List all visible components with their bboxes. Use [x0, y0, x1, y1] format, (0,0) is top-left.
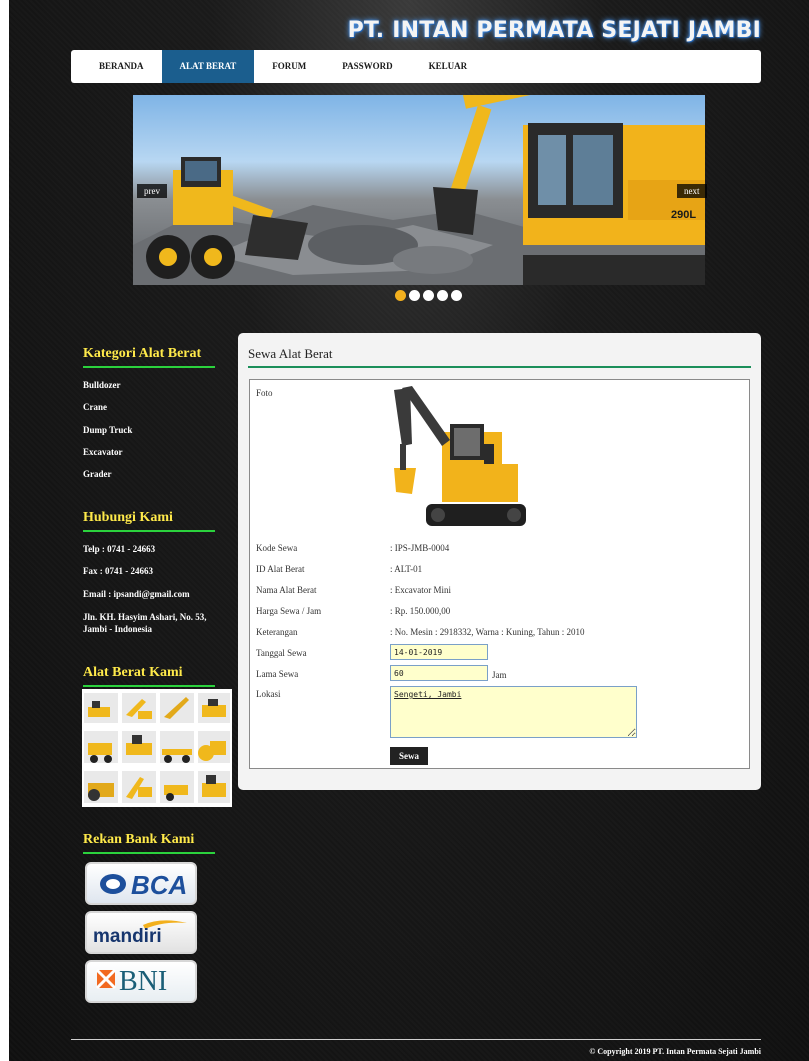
lama-sewa-unit: Jam — [492, 670, 507, 680]
tanggal-sewa-input[interactable] — [390, 644, 488, 660]
kategori-dump-truck[interactable]: Dump Truck — [83, 425, 132, 435]
gallery-thumb-9[interactable] — [84, 771, 118, 803]
content-panel: Sewa Alat Berat Foto Kode Sewa : IPS-JMB… — [238, 333, 761, 790]
nama-alat-label: Nama Alat Berat — [256, 585, 317, 595]
contact-telp: Telp : 0741 - 24663 — [83, 544, 156, 554]
contact-email: Email : ipsandi@gmail.com — [83, 589, 190, 599]
slider-dot-2[interactable] — [409, 290, 420, 301]
keterangan-label: Keterangan — [256, 627, 298, 637]
gallery-thumb-3[interactable] — [160, 693, 194, 723]
slider-prev-button[interactable]: prev — [137, 184, 167, 198]
kategori-excavator[interactable]: Excavator — [83, 447, 123, 457]
gallery-thumb-5[interactable] — [84, 731, 118, 763]
contact-address: Jln. KH. Hasyim Ashari, No. 53, Jambi - … — [83, 612, 207, 634]
slider-dots — [395, 290, 462, 301]
gallery-thumb-12[interactable] — [198, 771, 230, 803]
gallery-thumb-11[interactable] — [160, 771, 194, 803]
contact-fax: Fax : 0741 - 24663 — [83, 566, 153, 576]
tanggal-sewa-label: Tanggal Sewa — [256, 648, 307, 658]
bni-text: BNI — [119, 966, 167, 997]
harga-sewa-label: Harga Sewa / Jam — [256, 606, 322, 616]
lama-sewa-input[interactable] — [390, 665, 488, 681]
main-navbar: BERANDA ALAT BERAT FORUM PASSWORD KELUAR — [71, 50, 761, 83]
harga-sewa-value: : Rp. 150.000,00 — [390, 606, 451, 616]
nav-forum[interactable]: FORUM — [254, 50, 324, 83]
page-frame: PT. INTAN PERMATA SEJATI JAMBI BERANDA A… — [9, 0, 809, 1061]
equipment-gallery — [82, 689, 232, 807]
lokasi-textarea[interactable]: Sengeti, Jambi — [390, 686, 637, 738]
banner-image: 290L — [133, 95, 705, 285]
id-alat-label: ID Alat Berat — [256, 564, 305, 574]
bank-logo-bni[interactable]: BNI — [85, 960, 197, 1003]
sewa-button[interactable]: Sewa — [390, 747, 428, 765]
mandiri-text: mandiri — [93, 926, 162, 947]
keterangan-value: : No. Mesin : 2918332, Warna : Kuning, T… — [390, 627, 585, 637]
gallery-thumb-2[interactable] — [122, 693, 156, 723]
bca-text: BCA — [131, 870, 187, 900]
nav-beranda[interactable]: BERANDA — [81, 50, 162, 83]
lama-sewa-label: Lama Sewa — [256, 669, 299, 679]
slider-dot-1[interactable] — [395, 290, 406, 301]
gallery-thumb-10[interactable] — [122, 771, 156, 803]
nav-keluar[interactable]: KELUAR — [411, 50, 486, 83]
content-title-rule — [248, 366, 751, 368]
equipment-photo — [394, 386, 526, 526]
kode-sewa-label: Kode Sewa — [256, 543, 298, 553]
gallery-thumb-4[interactable] — [198, 693, 230, 723]
id-alat-value: : ALT-01 — [390, 564, 423, 574]
slider-dot-4[interactable] — [437, 290, 448, 301]
footer-divider — [71, 1039, 761, 1040]
slider-dot-3[interactable] — [423, 290, 434, 301]
slider-dot-5[interactable] — [451, 290, 462, 301]
kode-sewa-value: : IPS-JMB-0004 — [390, 543, 450, 553]
bank-logo-mandiri[interactable]: mandiri — [85, 911, 197, 954]
nav-alat-berat[interactable]: ALAT BERAT — [161, 50, 255, 83]
bank-logo-bca[interactable]: BCA — [85, 862, 197, 905]
banner-model-text: 290L — [671, 209, 696, 221]
kategori-grader[interactable]: Grader — [83, 469, 112, 479]
nav-password[interactable]: PASSWORD — [324, 50, 410, 83]
gallery-thumb-8[interactable] — [198, 731, 230, 763]
banner-slider: 290L — [133, 95, 705, 285]
alat-kami-title: Alat Berat Kami — [83, 665, 215, 687]
gallery-thumb-1[interactable] — [84, 693, 118, 723]
lokasi-label: Lokasi — [256, 689, 281, 699]
gallery-thumb-6[interactable] — [122, 731, 156, 763]
site-title: PT. INTAN PERMATA SEJATI JAMBI — [347, 18, 761, 43]
gallery-thumb-7[interactable] — [160, 731, 194, 763]
kategori-title: Kategori Alat Berat — [83, 346, 215, 368]
content-title: Sewa Alat Berat — [248, 346, 333, 361]
foto-label: Foto — [256, 388, 273, 398]
rental-form: Foto Kode Sewa : IPS-JMB-0004 ID Alat Be… — [249, 379, 750, 769]
slider-next-button[interactable]: next — [677, 184, 707, 198]
nama-alat-value: : Excavator Mini — [390, 585, 451, 595]
footer-copyright: © Copyright 2019 PT. Intan Permata Sejat… — [589, 1047, 761, 1056]
kategori-bulldozer[interactable]: Bulldozer — [83, 380, 121, 390]
hubungi-title: Hubungi Kami — [83, 510, 215, 532]
bank-title: Rekan Bank Kami — [83, 832, 215, 854]
kategori-crane[interactable]: Crane — [83, 402, 107, 412]
